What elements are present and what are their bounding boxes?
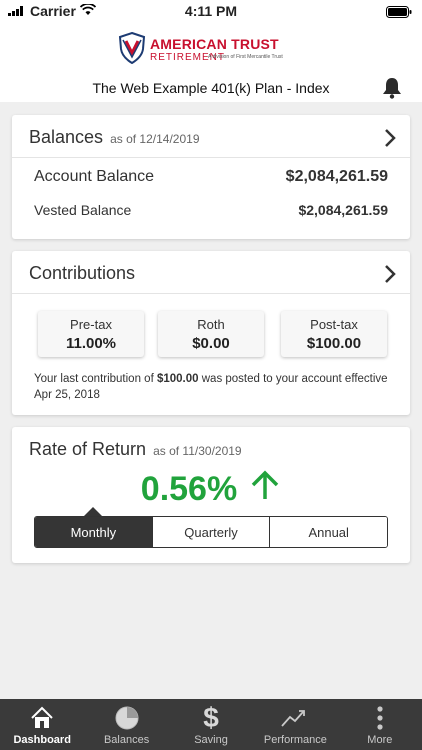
contributions-divider — [12, 293, 410, 294]
contributions-card[interactable]: Contributions Pre-tax 11.00% Roth $0.00 … — [12, 251, 410, 415]
status-time: 4:11 PM — [184, 3, 238, 19]
vested-balance-value: $2,084,261.59 — [298, 202, 388, 218]
more-vertical-icon — [377, 704, 383, 732]
chevron-right-icon[interactable] — [384, 128, 396, 153]
brand-name: AMERICAN TRUST — [150, 36, 279, 52]
balances-title: Balances as of 12/14/2019 — [29, 127, 200, 148]
trend-line-icon — [281, 704, 309, 732]
battery-icon — [386, 5, 412, 21]
pie-chart-icon — [114, 704, 140, 732]
ror-title-text: Rate of Return — [29, 439, 147, 459]
chevron-right-icon[interactable] — [384, 264, 396, 289]
ror-as-of: as of 11/30/2019 — [153, 444, 242, 458]
status-bar: Carrier 4:11 PM — [0, 0, 422, 22]
contributions-title: Contributions — [29, 263, 136, 283]
app-header: AMERICAN TRUST RETIREMENT A division of … — [0, 22, 422, 102]
period-annual-button[interactable]: Annual — [270, 517, 387, 547]
notifications-bell-icon[interactable] — [382, 77, 402, 104]
brand-logo: AMERICAN TRUST RETIREMENT A division of … — [118, 31, 308, 69]
posttax-label: Post-tax — [310, 317, 358, 332]
roth-value: $0.00 — [192, 335, 230, 352]
tab-dashboard-label: Dashboard — [13, 734, 71, 746]
roth-tile: Roth $0.00 — [158, 311, 264, 357]
ror-value-text: 0.56% — [140, 470, 238, 508]
note-amount: $100.00 — [156, 373, 199, 385]
brand-tag: A division of First Mercantile Trust — [208, 54, 283, 60]
period-quarterly-button[interactable]: Quarterly — [152, 517, 271, 547]
balances-card[interactable]: Balances as of 12/14/2019 Account Balanc… — [12, 115, 410, 239]
balances-divider — [12, 157, 410, 158]
ror-value: 0.56% — [12, 469, 410, 510]
tab-performance[interactable]: Performance — [253, 699, 337, 750]
rate-of-return-card: Rate of Return as of 11/30/2019 0.56% Mo… — [12, 427, 410, 563]
tab-saving[interactable]: $ Saving — [169, 699, 253, 750]
shield-logo-icon — [118, 31, 146, 69]
posttax-value: $100.00 — [306, 335, 362, 352]
selected-period-pointer — [84, 507, 102, 516]
arrow-up-icon — [249, 469, 281, 510]
account-balance-value: $2,084,261.59 — [285, 168, 388, 185]
pretax-value: 11.00% — [65, 335, 117, 352]
last-contribution-note: Your last contribution of $100.00 was po… — [34, 371, 394, 403]
roth-label: Roth — [197, 317, 225, 332]
tab-balances-label: Balances — [103, 734, 150, 746]
pretax-label: Pre-tax — [70, 317, 112, 332]
posttax-tile: Post-tax $100.00 — [281, 311, 387, 357]
home-icon — [30, 704, 54, 732]
plan-title: The Web Example 401(k) Plan - Index — [92, 80, 330, 96]
tab-more[interactable]: More — [338, 699, 422, 750]
period-segmented-control: Monthly Quarterly Annual — [34, 516, 388, 548]
ror-title: Rate of Return as of 11/30/2019 — [29, 439, 242, 460]
dollar-icon: $ — [203, 702, 219, 733]
bottom-tab-bar: Dashboard Balances $ Saving Performance … — [0, 699, 422, 750]
balances-as-of: as of 12/14/2019 — [110, 132, 200, 146]
balances-title-text: Balances — [29, 127, 104, 147]
note-prefix: Your last contribution of — [34, 373, 157, 385]
tab-saving-label: Saving — [194, 734, 228, 746]
tab-performance-label: Performance — [263, 734, 327, 746]
account-balance-label: Account Balance — [34, 168, 155, 185]
pretax-tile: Pre-tax 11.00% — [38, 311, 144, 357]
vested-balance-label: Vested Balance — [34, 202, 132, 218]
tab-more-label: More — [367, 734, 393, 746]
period-monthly-button[interactable]: Monthly — [35, 517, 153, 547]
tab-dashboard[interactable]: Dashboard — [0, 699, 84, 750]
tab-balances[interactable]: Balances — [84, 699, 168, 750]
